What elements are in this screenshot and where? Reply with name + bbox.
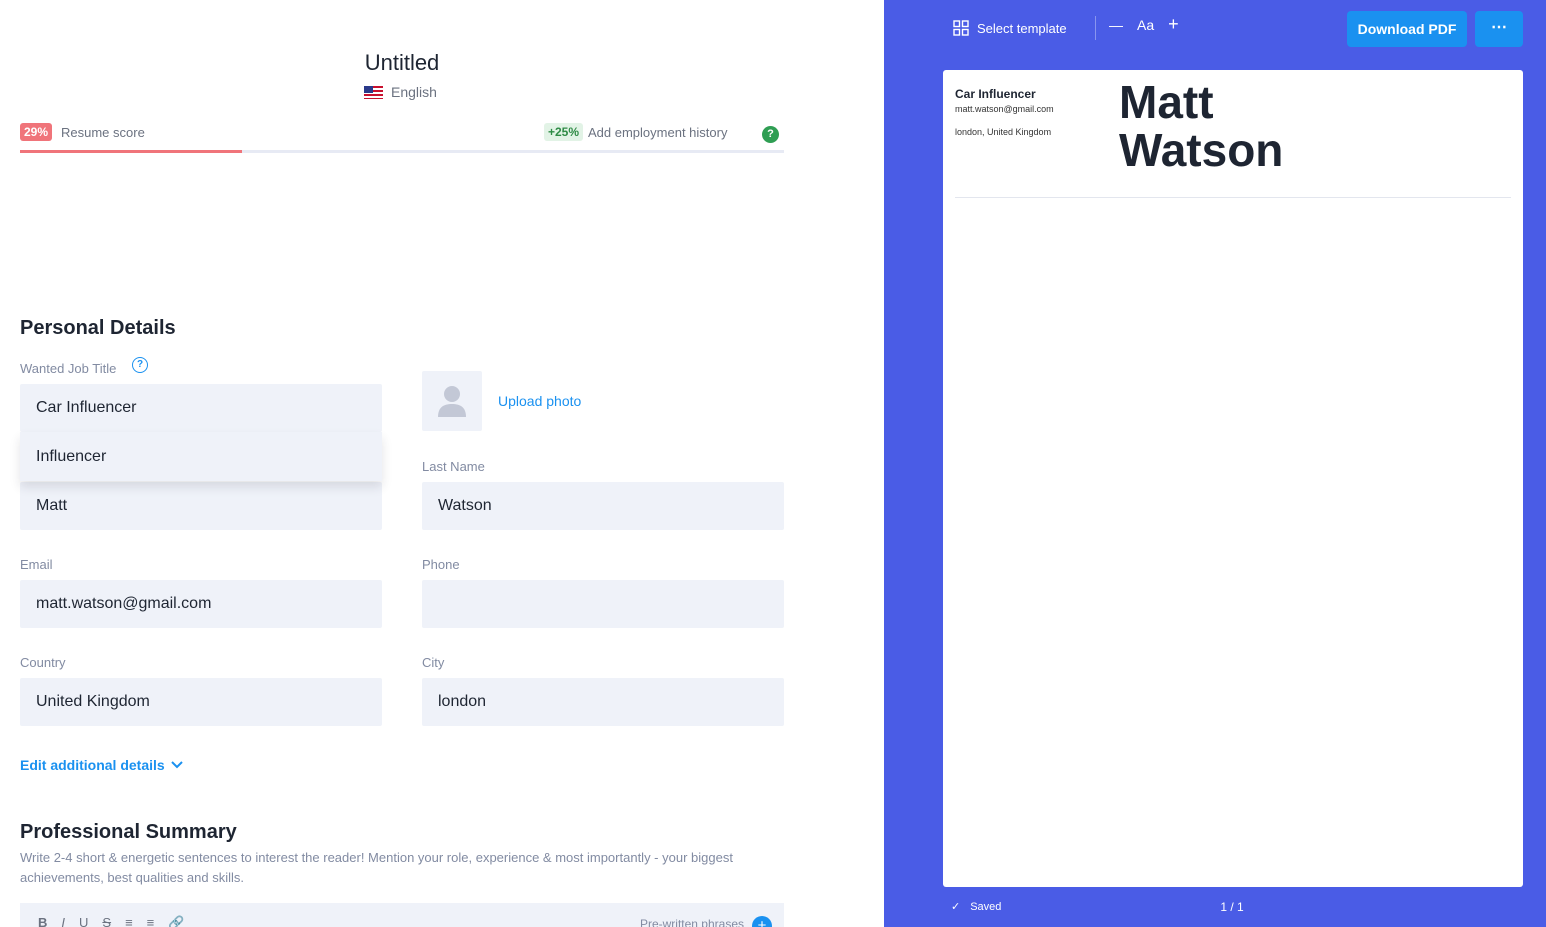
more-options-button[interactable]: ⋯ xyxy=(1475,11,1523,47)
add-phrase-plus-icon[interactable]: + xyxy=(752,916,772,927)
tip-label[interactable]: Add employment history xyxy=(588,125,727,140)
cv-divider xyxy=(955,197,1511,198)
score-help-icon[interactable]: ? xyxy=(762,126,779,143)
professional-summary-heading: Professional Summary xyxy=(20,821,237,843)
avatar-placeholder-icon xyxy=(438,386,466,417)
save-status: ✓ Saved xyxy=(951,900,1002,914)
last-name-input[interactable]: Watson xyxy=(422,482,784,530)
city-label: City xyxy=(422,655,445,670)
edit-additional-details-button[interactable]: Edit additional details xyxy=(20,757,183,773)
chevron-down-icon xyxy=(170,761,183,769)
language-label: English xyxy=(391,84,437,100)
prewritten-phrases-label[interactable]: Pre-written phrases xyxy=(640,917,744,927)
check-icon: ✓ xyxy=(951,901,961,913)
personal-details-heading: Personal Details xyxy=(20,317,176,339)
font-size-label: Aa xyxy=(1137,16,1155,33)
suggestion-item[interactable]: Influencer xyxy=(20,432,382,481)
photo-placeholder[interactable] xyxy=(422,371,482,431)
cv-location: london, United Kingdom xyxy=(955,127,1052,137)
city-input[interactable]: london xyxy=(422,678,784,726)
grid-icon xyxy=(953,20,969,36)
save-status-label: Saved xyxy=(970,900,1002,913)
select-template-label: Select template xyxy=(977,20,1067,36)
country-input[interactable]: United Kingdom xyxy=(20,678,382,726)
bold-button[interactable]: B xyxy=(38,915,47,927)
summary-editor[interactable]: B I U S ≡ ≡ 🔗 Pre-written phrases + xyxy=(20,903,784,927)
us-flag-icon xyxy=(364,85,383,99)
editor-toolbar: B I U S ≡ ≡ 🔗 xyxy=(38,915,184,927)
cv-last-name: Watson xyxy=(1119,124,1284,176)
cv-first-name: Matt xyxy=(1119,76,1214,128)
score-label: Resume score xyxy=(61,125,145,140)
last-name-label: Last Name xyxy=(422,459,485,474)
country-label: Country xyxy=(20,655,66,670)
editor-panel: Untitled English 29% Resume score +25% A… xyxy=(0,0,884,927)
cv-email: matt.watson@gmail.com xyxy=(955,104,1054,114)
resume-preview-page: Car Influencer matt.watson@gmail.com lon… xyxy=(943,70,1523,887)
preview-panel: Select template — Aa + Download PDF ⋯ Ca… xyxy=(884,0,1546,927)
email-input[interactable]: matt.watson@gmail.com xyxy=(20,580,382,628)
phone-input[interactable] xyxy=(422,580,784,628)
language-selector[interactable]: English xyxy=(364,84,437,100)
underline-button[interactable]: U xyxy=(79,915,88,927)
ordered-list-button[interactable]: ≡ xyxy=(125,915,133,927)
summary-description: Write 2-4 short & energetic sentences to… xyxy=(20,850,733,885)
first-name-input[interactable]: Matt xyxy=(20,482,382,530)
cv-job-title: Car Influencer xyxy=(955,87,1036,101)
email-label: Email xyxy=(20,557,53,572)
help-icon[interactable]: ? xyxy=(132,357,148,373)
score-badge: 29% xyxy=(20,123,53,141)
link-button[interactable]: 🔗 xyxy=(168,915,184,927)
score-progress-fill xyxy=(20,150,242,153)
edit-details-label: Edit additional details xyxy=(20,757,165,773)
strikethrough-button[interactable]: S xyxy=(102,915,111,927)
job-title-suggestions: Influencer xyxy=(20,432,382,481)
tip-badge[interactable]: +25% xyxy=(544,123,584,141)
job-title-label: Wanted Job Title xyxy=(20,361,117,376)
select-template-button[interactable]: Select template xyxy=(953,20,1067,36)
font-size-controls: — Aa + xyxy=(1109,14,1179,35)
phone-label: Phone xyxy=(422,557,460,572)
resume-title[interactable]: Untitled xyxy=(302,50,502,76)
download-pdf-button[interactable]: Download PDF xyxy=(1347,11,1467,47)
score-progress xyxy=(20,150,784,153)
italic-button[interactable]: I xyxy=(61,915,65,927)
toolbar-divider xyxy=(1095,16,1096,40)
plus-icon[interactable]: + xyxy=(1168,14,1179,35)
minus-icon[interactable]: — xyxy=(1109,17,1123,33)
bullet-list-button[interactable]: ≡ xyxy=(147,915,155,927)
page-indicator: 1 / 1 xyxy=(1220,900,1244,914)
upload-photo-link[interactable]: Upload photo xyxy=(498,393,581,409)
job-title-input[interactable]: Car Influencer xyxy=(20,384,382,432)
